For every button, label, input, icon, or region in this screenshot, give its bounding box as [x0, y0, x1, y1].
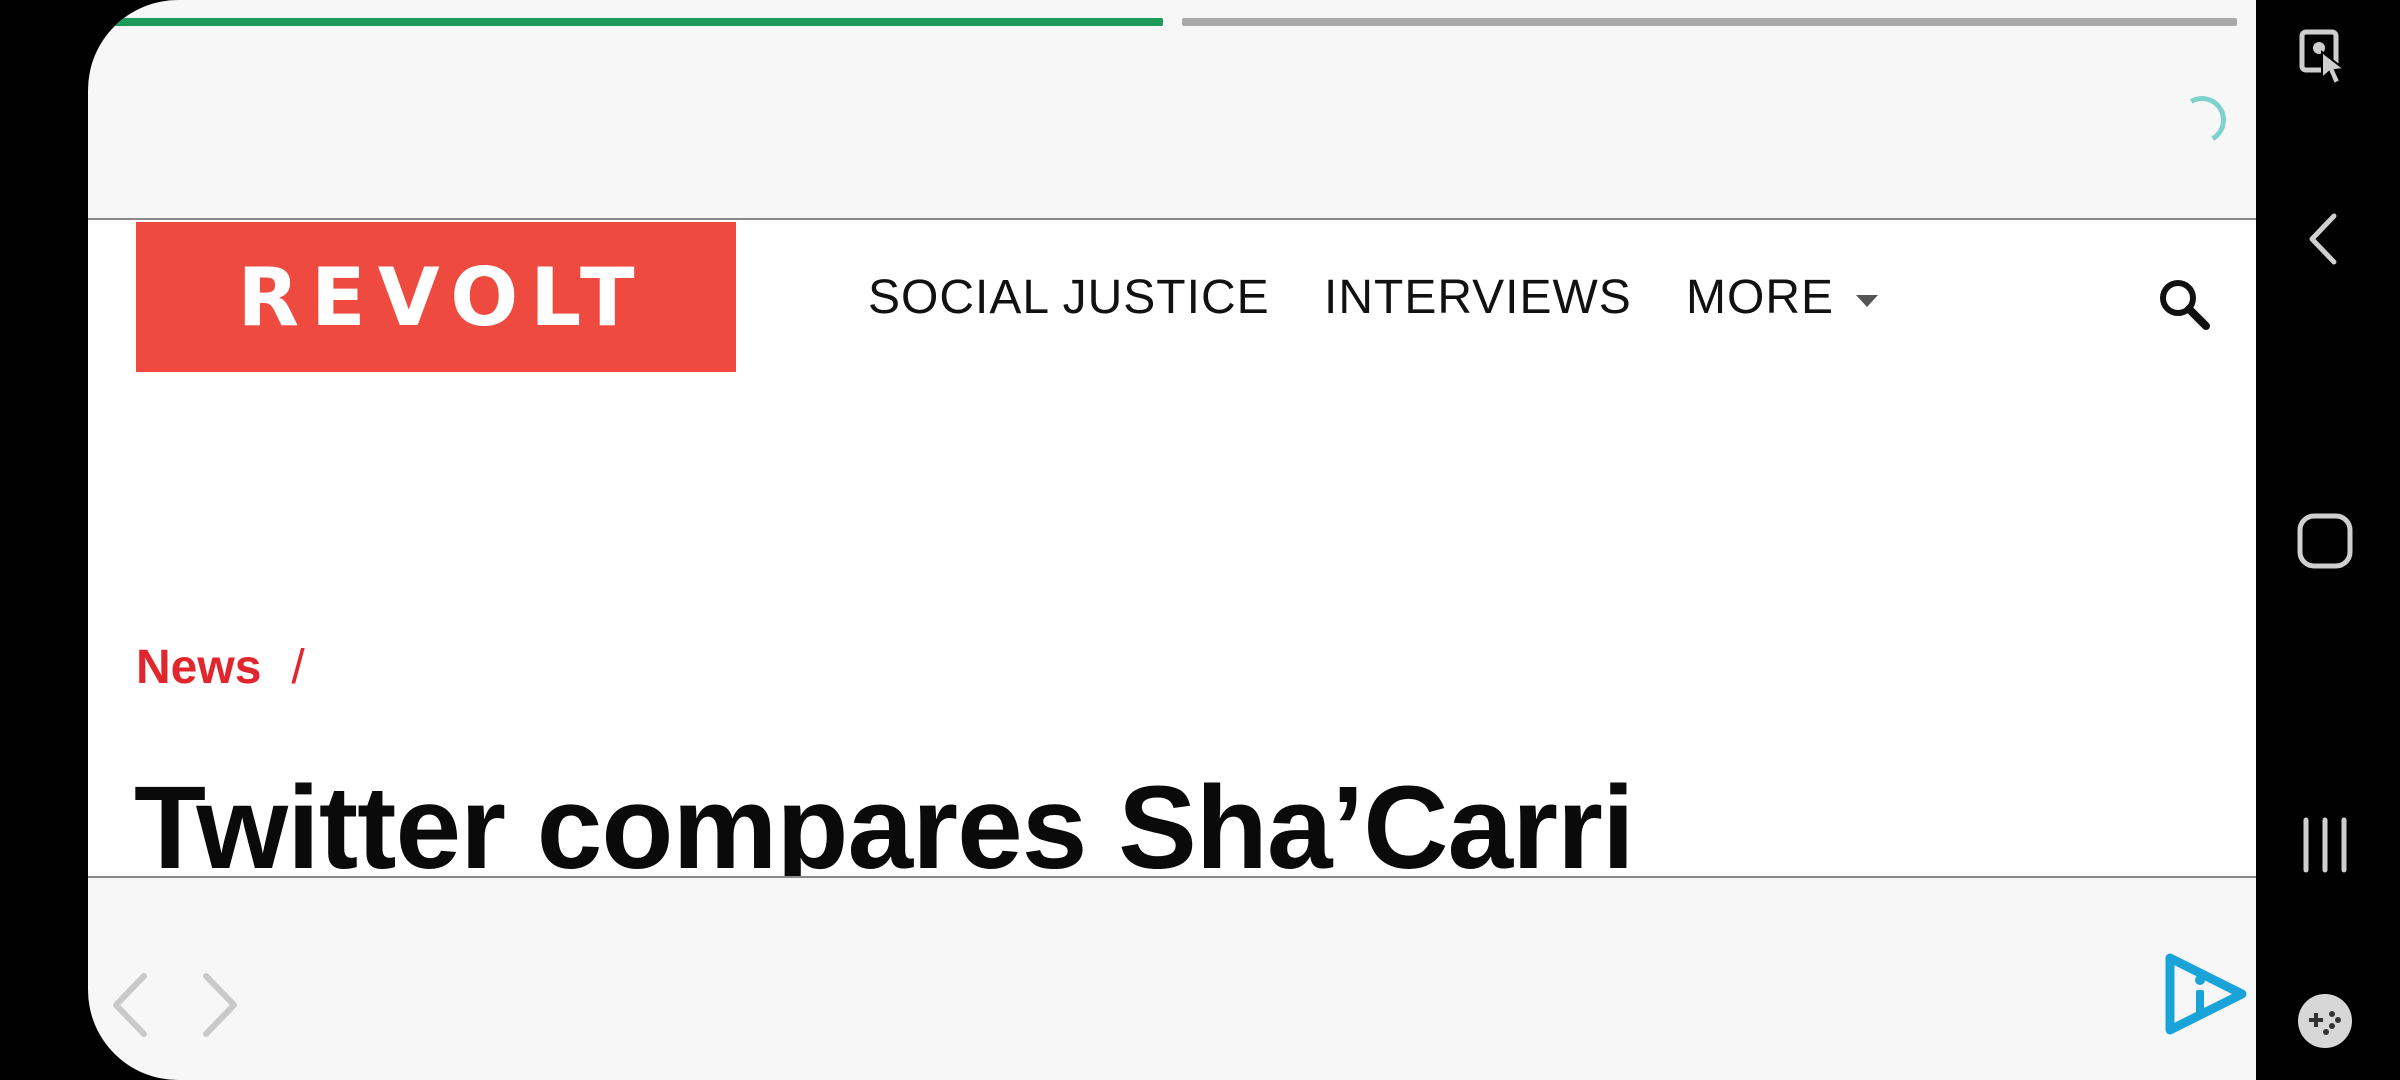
game-tools-icon[interactable] [2296, 992, 2354, 1050]
breadcrumb: News / [136, 640, 305, 695]
revolt-logo[interactable]: REVOLT [136, 222, 736, 372]
nav-more-dropdown[interactable]: MORE [1686, 270, 1878, 325]
recents-icon[interactable] [2296, 816, 2354, 874]
chevron-right-icon[interactable] [200, 970, 240, 1040]
nav-social-justice[interactable]: SOCIAL JUSTICE [868, 270, 1270, 325]
breadcrumb-news-link[interactable]: News [136, 641, 261, 694]
nav-interviews[interactable]: INTERVIEWS [1324, 270, 1632, 325]
story-progress-bar-2 [1182, 18, 2237, 26]
article-headline: Twitter compares Sha’Carri [134, 762, 1635, 878]
story-progress-bar-1 [110, 18, 1163, 26]
search-icon[interactable] [2156, 276, 2212, 332]
back-icon[interactable] [2296, 210, 2354, 268]
chevron-left-icon[interactable] [110, 970, 150, 1040]
breadcrumb-separator: / [291, 641, 305, 694]
home-icon[interactable] [2296, 512, 2354, 570]
caret-down-icon [1856, 294, 1878, 307]
story-progress-fill-1 [110, 18, 1163, 26]
logo-text: REVOLT [237, 250, 647, 344]
play-info-icon[interactable] [2160, 950, 2250, 1038]
screenshot-touch-icon[interactable] [2296, 28, 2354, 86]
loading-spinner-icon [2172, 90, 2232, 150]
article-viewport[interactable]: REVOLT SOCIAL JUSTICE INTERVIEWS MORE Ne… [88, 218, 2256, 878]
story-viewer: REVOLT SOCIAL JUSTICE INTERVIEWS MORE Ne… [88, 0, 2256, 1080]
nav-more-label: MORE [1686, 271, 1834, 324]
